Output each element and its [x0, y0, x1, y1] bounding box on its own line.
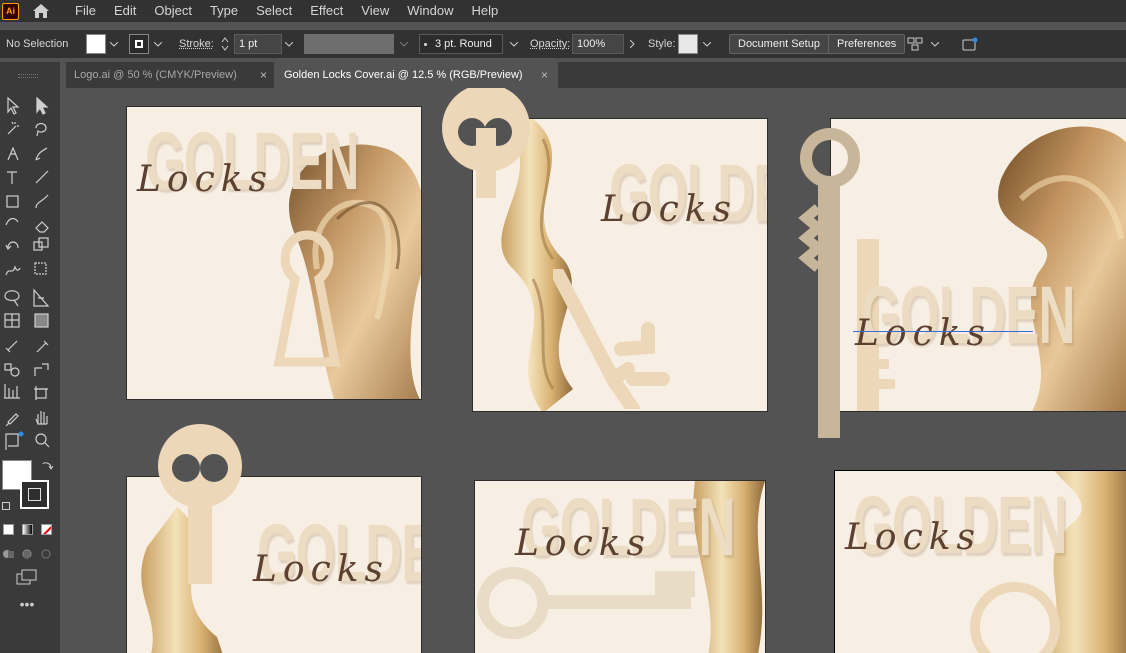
tab-golden-locks-cover[interactable]: Golden Locks Cover.ai @ 12.5 % (RGB/Prev… — [274, 62, 558, 88]
hair-illustration — [998, 126, 1126, 411]
document-tab-bar: Logo.ai @ 50 % (CMYK/Preview) × Golden Lo… — [66, 62, 1126, 88]
locks-script: Locks — [253, 549, 390, 590]
profile-dropdown-icon[interactable] — [397, 34, 411, 54]
tab-golden-locks-label: Golden Locks Cover.ai @ 12.5 % (RGB/Prev… — [284, 69, 523, 81]
close-icon[interactable]: × — [541, 62, 548, 88]
fill-swatch[interactable] — [86, 34, 106, 54]
selection-status: No Selection — [6, 38, 69, 50]
locks-script: Locks — [515, 523, 652, 564]
menu-object[interactable]: Object — [145, 0, 201, 22]
keyhole-shape — [273, 230, 341, 367]
draw-behind-icon[interactable] — [21, 547, 33, 559]
close-icon[interactable]: × — [260, 62, 267, 88]
style-dropdown-icon[interactable] — [700, 34, 714, 54]
stroke-color-box[interactable] — [20, 480, 49, 509]
draw-normal-icon[interactable] — [2, 547, 14, 559]
variable-width-profile[interactable] — [304, 34, 394, 54]
menu-select[interactable]: Select — [247, 0, 301, 22]
menu-type[interactable]: Type — [201, 0, 247, 22]
arrange-documents-icon[interactable] — [906, 34, 924, 54]
brush-dot-icon — [424, 42, 427, 46]
stroke-swatch[interactable] — [129, 34, 149, 54]
artboard-1[interactable]: GOLDEN Locks — [126, 106, 422, 400]
home-icon[interactable] — [30, 0, 52, 22]
menu-bar: Ai File Edit Object Type Select Effect V… — [0, 0, 1126, 22]
key-bow-overflow — [442, 88, 530, 198]
artboard-5[interactable]: GOLDEN Locks — [474, 480, 766, 653]
brush-label: 3 pt. Round — [435, 38, 492, 50]
brush-definition-field[interactable]: 3 pt. Round — [419, 34, 503, 54]
app-logo: Ai — [2, 2, 19, 20]
style-label: Style: — [648, 38, 676, 50]
color-mode-icon[interactable] — [3, 524, 14, 535]
stroke-dropdown-icon[interactable] — [151, 34, 165, 54]
menu-window[interactable]: Window — [398, 0, 462, 22]
illustrator-window: Ai File Edit Object Type Select Effect V… — [0, 0, 1126, 653]
more-tools-icon[interactable]: ••• — [17, 597, 37, 611]
stroke-weight-dropdown-icon[interactable] — [282, 34, 296, 54]
menu-view[interactable]: View — [352, 0, 398, 22]
brush-dropdown-icon[interactable] — [507, 34, 521, 54]
stroke-stepper-icon[interactable] — [218, 34, 232, 54]
gradient-mode-icon[interactable] — [22, 524, 33, 535]
preferences-button[interactable]: Preferences — [828, 34, 906, 54]
opacity-field[interactable]: 100% — [572, 34, 624, 54]
tab-logo-label: Logo.ai @ 50 % (CMYK/Preview) — [74, 69, 237, 81]
artboard-6[interactable]: GOLDEN Locks — [834, 470, 1126, 653]
default-colors-icon[interactable] — [2, 502, 10, 510]
key-shape — [553, 269, 670, 409]
opacity-arrow-icon[interactable] — [625, 34, 639, 54]
stroke-weight-field[interactable]: 1 pt — [234, 34, 282, 54]
canvas-area[interactable]: GOLDEN Locks GOLDEN Locks — [66, 88, 1126, 653]
control-bar: No Selection Stroke: 1 pt 3 pt. Round Op… — [0, 30, 1126, 58]
swap-colors-icon[interactable] — [40, 460, 54, 474]
document-setup-button[interactable]: Document Setup — [729, 34, 829, 54]
screen-mode-icon[interactable] — [16, 569, 38, 585]
arrange-dropdown-icon[interactable] — [928, 34, 942, 54]
key-bow-shape — [970, 582, 1060, 653]
locks-script: Locks — [845, 517, 982, 558]
locks-script: Locks — [137, 159, 274, 200]
opacity-label[interactable]: Opacity: — [530, 34, 570, 54]
menu-effect[interactable]: Effect — [301, 0, 352, 22]
locks-script: Locks — [601, 189, 738, 230]
discover-icon[interactable] — [960, 34, 980, 54]
menu-edit[interactable]: Edit — [105, 0, 145, 22]
menu-help[interactable]: Help — [462, 0, 507, 22]
tool-icons — [4, 96, 50, 450]
key-bow-overflow — [158, 424, 242, 584]
stroke-label[interactable]: Stroke: — [179, 34, 214, 54]
key-overflow — [798, 128, 860, 438]
menu-file[interactable]: File — [66, 0, 105, 22]
draw-inside-icon[interactable] — [40, 547, 52, 559]
fill-dropdown-icon[interactable] — [107, 34, 121, 54]
tools-panel: ••• — [0, 62, 60, 653]
none-mode-icon[interactable] — [41, 524, 52, 535]
tab-logo[interactable]: Logo.ai @ 50 % (CMYK/Preview) × — [66, 62, 274, 88]
style-swatch[interactable] — [678, 34, 698, 54]
